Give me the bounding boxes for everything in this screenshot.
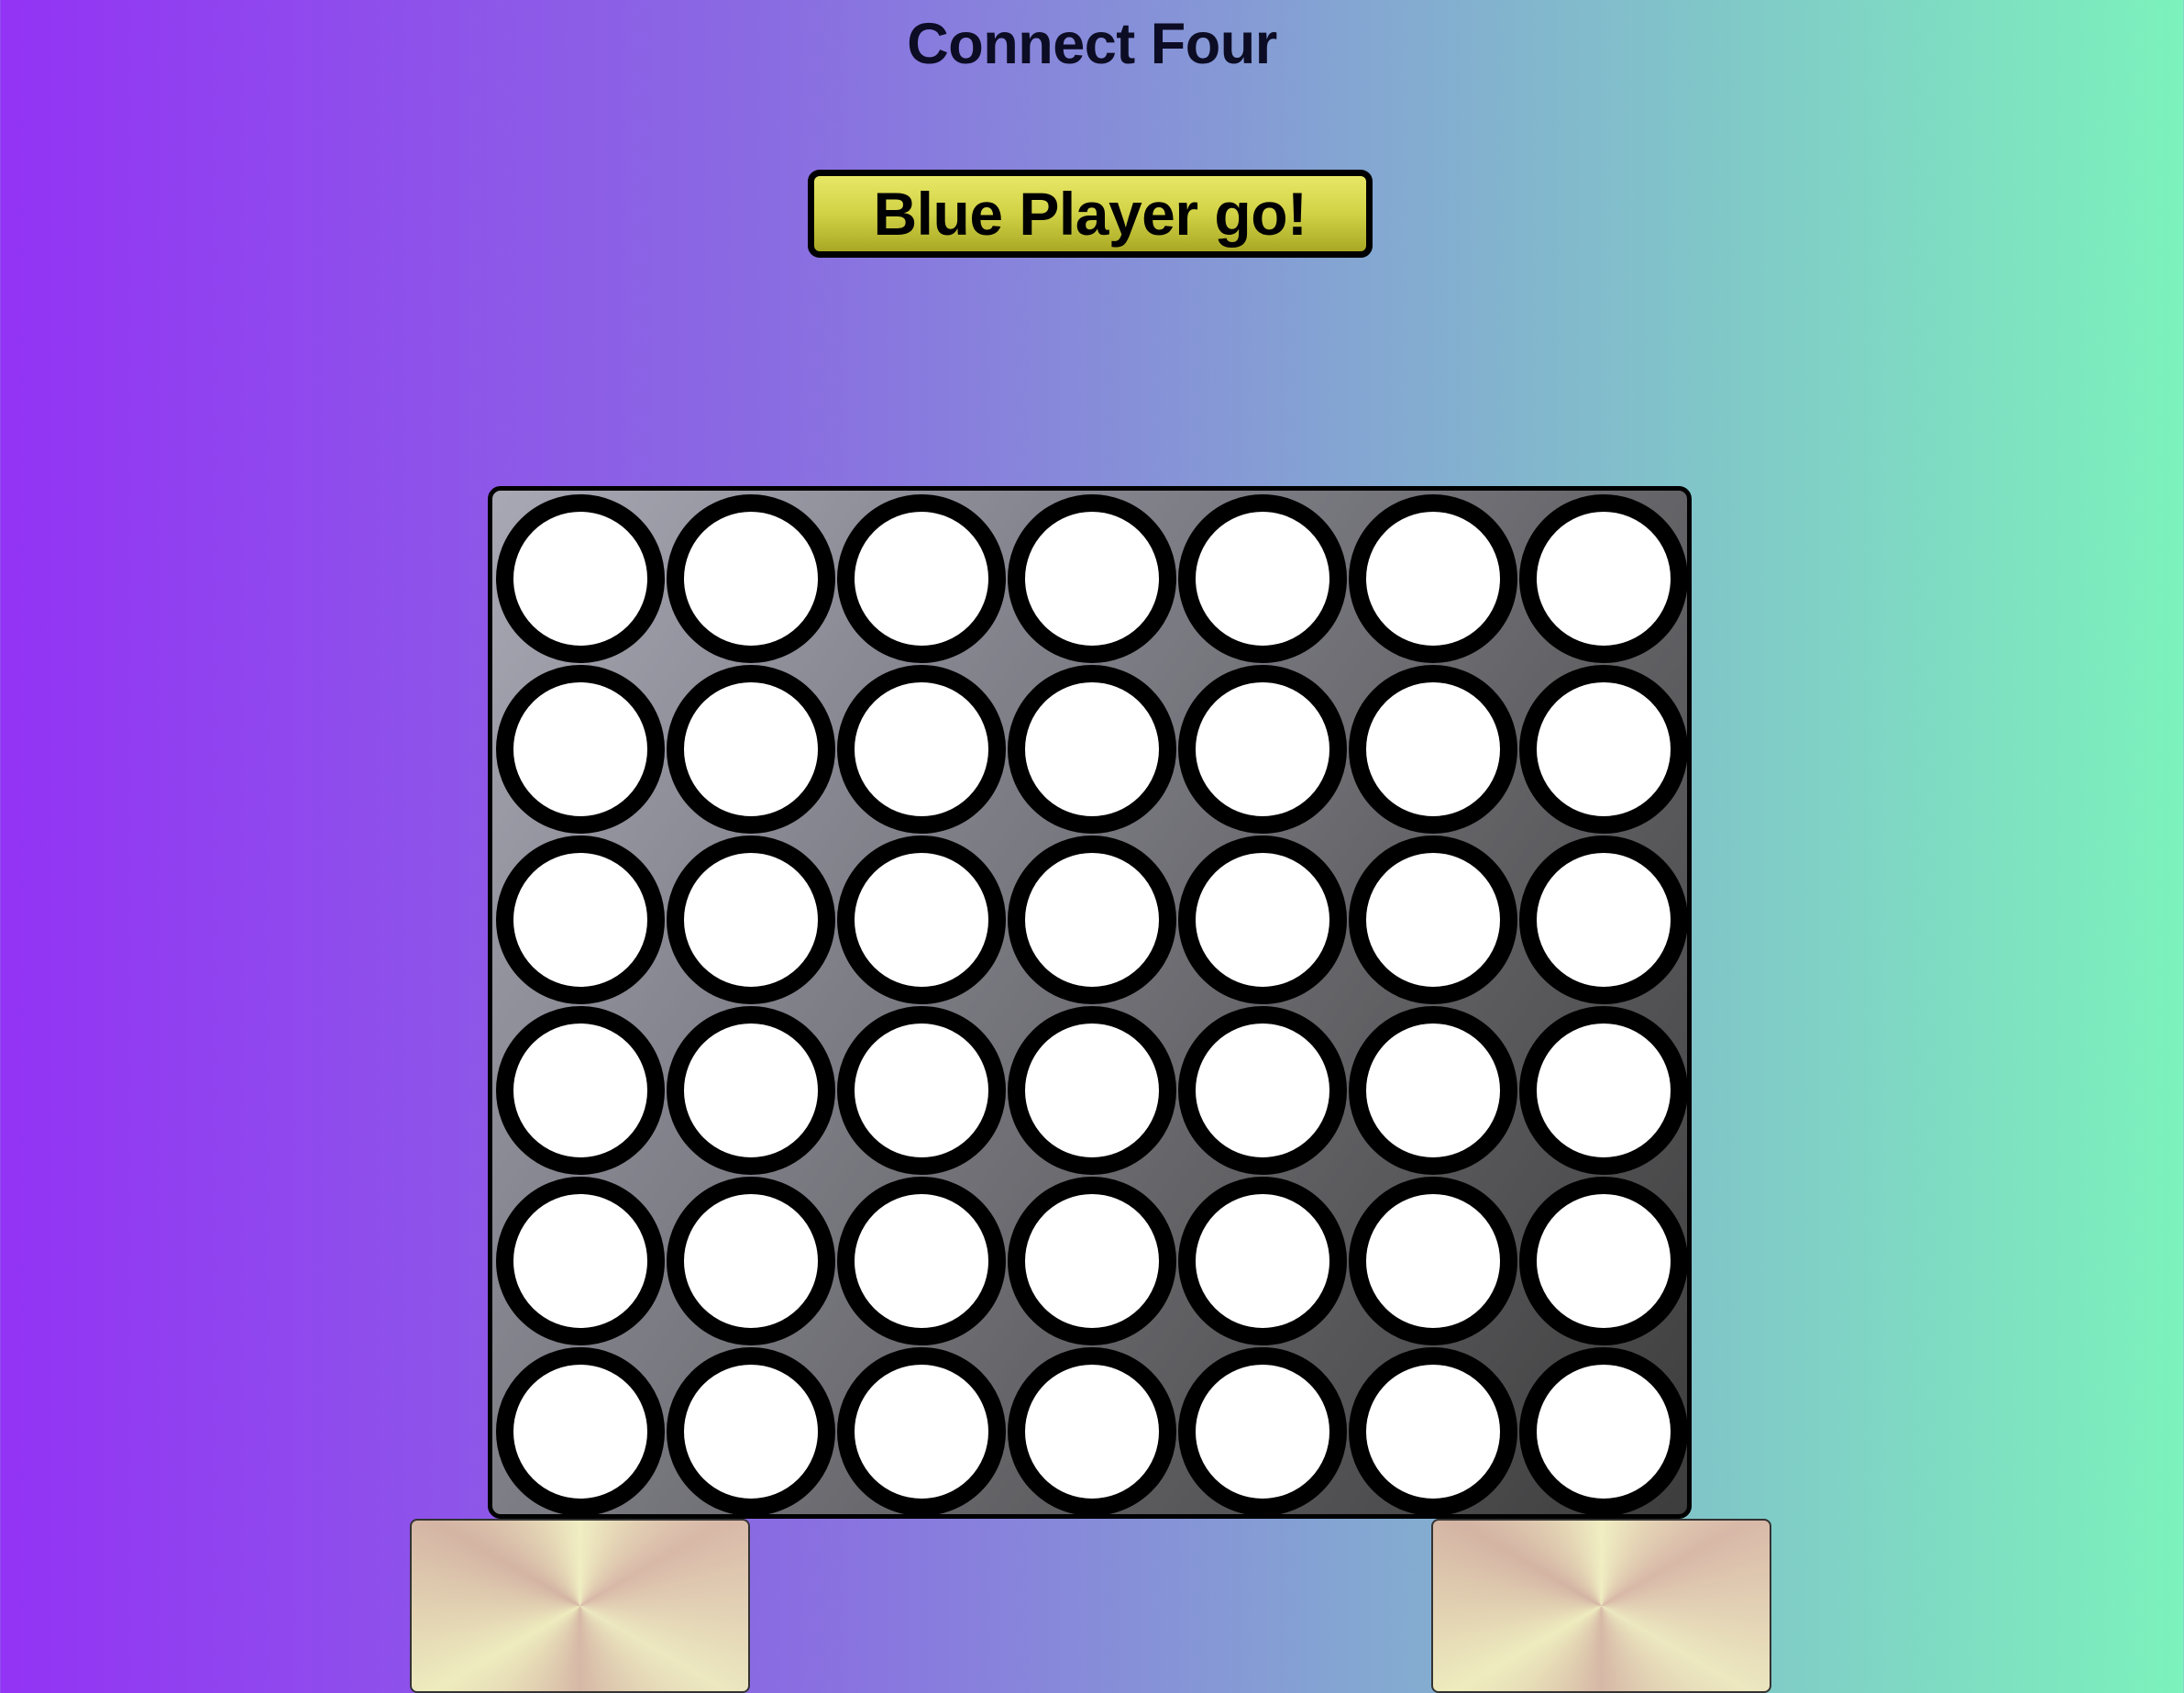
board-slot-r6-c4[interactable] bbox=[1008, 1347, 1176, 1516]
board-stand-left bbox=[410, 1519, 750, 1693]
board-slot-r5-c4[interactable] bbox=[1008, 1177, 1176, 1345]
board-slot-r4-c4[interactable] bbox=[1008, 1006, 1176, 1175]
board-slot-r4-c3[interactable] bbox=[837, 1006, 1006, 1175]
board-slot-r5-c1[interactable] bbox=[496, 1177, 665, 1345]
board-slot-r1-c5[interactable] bbox=[1178, 494, 1347, 663]
board-slot-r2-c1[interactable] bbox=[496, 665, 665, 834]
board-slot-r6-c1[interactable] bbox=[496, 1347, 665, 1516]
board-slot-r1-c3[interactable] bbox=[837, 494, 1006, 663]
board-slot-r6-c5[interactable] bbox=[1178, 1347, 1347, 1516]
board-slot-r4-c1[interactable] bbox=[496, 1006, 665, 1175]
board-slot-r3-c4[interactable] bbox=[1008, 835, 1176, 1004]
turn-status-button[interactable]: Blue Player go! bbox=[808, 170, 1373, 258]
board-slot-r3-c5[interactable] bbox=[1178, 835, 1347, 1004]
board-slot-r1-c4[interactable] bbox=[1008, 494, 1176, 663]
game-board bbox=[488, 486, 1692, 1519]
board-slot-r3-c1[interactable] bbox=[496, 835, 665, 1004]
board-slot-r3-c6[interactable] bbox=[1349, 835, 1517, 1004]
board-slot-r4-c2[interactable] bbox=[667, 1006, 835, 1175]
board-slot-r6-c2[interactable] bbox=[667, 1347, 835, 1516]
board-slot-r2-c4[interactable] bbox=[1008, 665, 1176, 834]
board-slot-r1-c7[interactable] bbox=[1519, 494, 1688, 663]
board-slot-r2-c2[interactable] bbox=[667, 665, 835, 834]
board-slot-r2-c5[interactable] bbox=[1178, 665, 1347, 834]
board-slot-r4-c5[interactable] bbox=[1178, 1006, 1347, 1175]
board-slot-r1-c6[interactable] bbox=[1349, 494, 1517, 663]
board-slot-r5-c2[interactable] bbox=[667, 1177, 835, 1345]
board-slot-r5-c5[interactable] bbox=[1178, 1177, 1347, 1345]
board-slot-r3-c2[interactable] bbox=[667, 835, 835, 1004]
board-slot-r3-c7[interactable] bbox=[1519, 835, 1688, 1004]
board-slot-r1-c2[interactable] bbox=[667, 494, 835, 663]
board-slot-r2-c6[interactable] bbox=[1349, 665, 1517, 834]
board-slot-r5-c6[interactable] bbox=[1349, 1177, 1517, 1345]
board-slot-r2-c3[interactable] bbox=[837, 665, 1006, 834]
page-title: Connect Four bbox=[907, 12, 1277, 76]
board-slot-r5-c3[interactable] bbox=[837, 1177, 1006, 1345]
board-slot-r6-c3[interactable] bbox=[837, 1347, 1006, 1516]
board-slot-r6-c7[interactable] bbox=[1519, 1347, 1688, 1516]
board-slot-r3-c3[interactable] bbox=[837, 835, 1006, 1004]
board-slot-r6-c6[interactable] bbox=[1349, 1347, 1517, 1516]
board-stand-right bbox=[1431, 1519, 1771, 1693]
board-slot-r1-c1[interactable] bbox=[496, 494, 665, 663]
board-slot-r5-c7[interactable] bbox=[1519, 1177, 1688, 1345]
board-slot-r2-c7[interactable] bbox=[1519, 665, 1688, 834]
board-slot-r4-c7[interactable] bbox=[1519, 1006, 1688, 1175]
board-slot-r4-c6[interactable] bbox=[1349, 1006, 1517, 1175]
